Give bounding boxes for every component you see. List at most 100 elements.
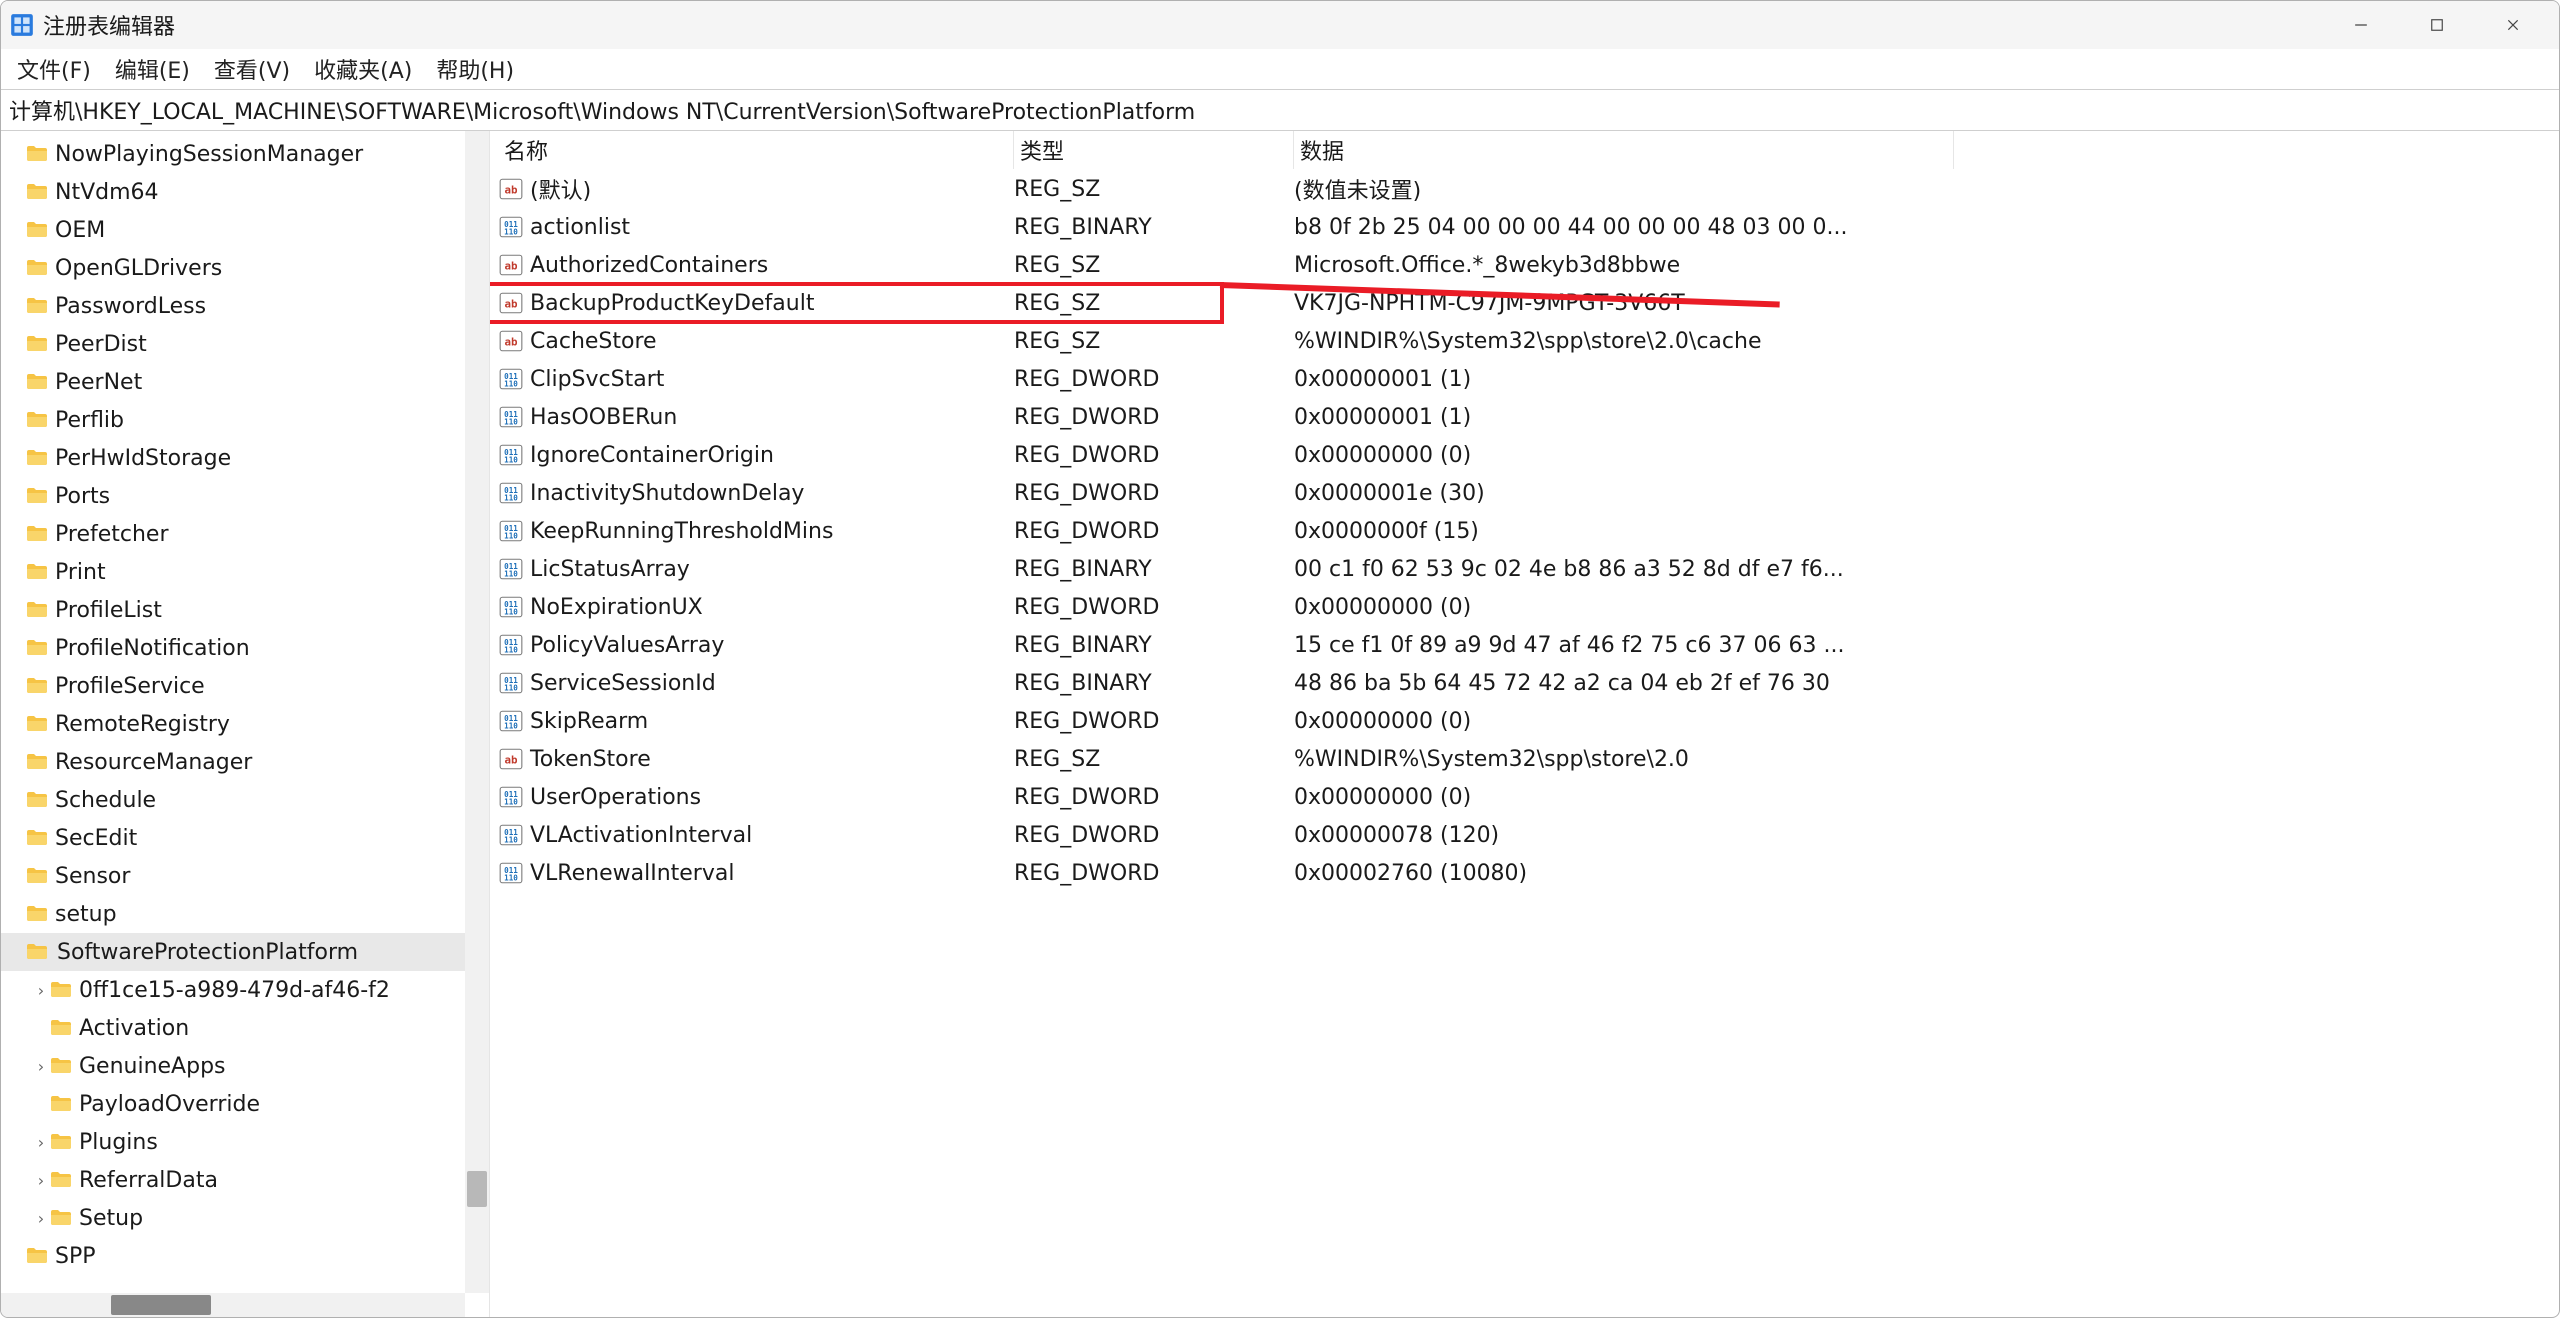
tree-item[interactable]: ›GenuineApps [1,1047,489,1085]
tree-item[interactable]: Prefetcher [1,515,489,553]
tree-item-label: SoftwareProtectionPlatform [55,940,360,965]
tree-item[interactable]: RemoteRegistry [1,705,489,743]
tree-item[interactable]: PeerDist [1,325,489,363]
list-row[interactable]: VLActivationIntervalREG_DWORD0x00000078 … [490,816,2559,854]
tree-item[interactable]: PayloadOverride [1,1085,489,1123]
tree-item-label: OpenGLDrivers [55,256,222,281]
tree-item[interactable]: NowPlayingSessionManager [1,135,489,173]
close-button[interactable] [2475,1,2551,49]
list-row[interactable]: SkipRearmREG_DWORD0x00000000 (0) [490,702,2559,740]
minimize-button[interactable] [2323,1,2399,49]
list-row[interactable]: KeepRunningThresholdMinsREG_DWORD0x00000… [490,512,2559,550]
tree-h-scrollbar[interactable] [1,1293,465,1317]
tree-item-label: ProfileList [55,598,162,623]
list-row[interactable]: (默认)REG_SZ(数值未设置) [490,170,2559,208]
maximize-button[interactable] [2399,1,2475,49]
menu-file[interactable]: 文件(F) [17,53,91,85]
value-data: 0x00000001 (1) [1294,405,2559,430]
tree-item[interactable]: SoftwareProtectionPlatform [1,933,489,971]
value-type: REG_SZ [1014,747,1294,772]
menu-edit[interactable]: 编辑(E) [115,53,190,85]
tree-item[interactable]: ResourceManager [1,743,489,781]
tree-item[interactable]: Activation [1,1009,489,1047]
tree-item[interactable]: PasswordLess [1,287,489,325]
tree-item-label: PasswordLess [55,294,206,319]
tree-v-scrollbar[interactable] [465,131,489,1293]
value-data: 0x0000001e (30) [1294,481,2559,506]
tree-item-label: OEM [55,218,105,243]
tree-item[interactable]: ProfileNotification [1,629,489,667]
list-row[interactable]: NoExpirationUXREG_DWORD0x00000000 (0) [490,588,2559,626]
menu-view[interactable]: 查看(V) [214,53,290,85]
value-name: InactivityShutdownDelay [530,481,804,506]
list-row[interactable]: UserOperationsREG_DWORD0x00000000 (0) [490,778,2559,816]
list-row[interactable]: actionlistREG_BINARYb8 0f 2b 25 04 00 00… [490,208,2559,246]
tree-item[interactable]: SecEdit [1,819,489,857]
value-data: VK7JG-NPHTM-C97JM-9MPGT-3V66T [1294,291,2559,316]
app-window: 注册表编辑器 文件(F) 编辑(E) 查看(V) 收藏夹(A) 帮助(H) 计算… [0,0,2560,1318]
col-header-name[interactable]: 名称 [498,131,1014,169]
list-row[interactable]: TokenStoreREG_SZ%WINDIR%\System32\spp\st… [490,740,2559,778]
value-name: PolicyValuesArray [530,633,724,658]
menu-favorites[interactable]: 收藏夹(A) [314,53,412,85]
list-row[interactable]: VLRenewalIntervalREG_DWORD0x00002760 (10… [490,854,2559,892]
addressbar[interactable]: 计算机\HKEY_LOCAL_MACHINE\SOFTWARE\Microsof… [1,89,2559,131]
expand-icon[interactable]: › [33,1057,49,1076]
values-list[interactable]: 名称 类型 数据 (默认)REG_SZ(数值未设置)actionlistREG_… [490,131,2559,1317]
value-data: 0x00000001 (1) [1294,367,2559,392]
expand-icon[interactable]: › [33,981,49,1000]
list-row[interactable]: CacheStoreREG_SZ%WINDIR%\System32\spp\st… [490,322,2559,360]
value-name: VLRenewalInterval [530,861,734,886]
value-type: REG_DWORD [1014,443,1294,468]
tree-item[interactable]: Ports [1,477,489,515]
tree-item-label: Schedule [55,788,156,813]
list-row[interactable]: BackupProductKeyDefaultREG_SZVK7JG-NPHTM… [490,284,2559,322]
list-row[interactable]: ServiceSessionIdREG_BINARY48 86 ba 5b 64… [490,664,2559,702]
list-row[interactable]: AuthorizedContainersREG_SZMicrosoft.Offi… [490,246,2559,284]
list-row[interactable]: ClipSvcStartREG_DWORD0x00000001 (1) [490,360,2559,398]
binary-value-icon [498,784,524,810]
tree-item[interactable]: OpenGLDrivers [1,249,489,287]
tree-item[interactable]: Sensor [1,857,489,895]
binary-value-icon [498,594,524,620]
list-row[interactable]: LicStatusArrayREG_BINARY00 c1 f0 62 53 9… [490,550,2559,588]
tree-item[interactable]: PerHwIdStorage [1,439,489,477]
list-row[interactable]: HasOOBERunREG_DWORD0x00000001 (1) [490,398,2559,436]
tree-item[interactable]: ProfileService [1,667,489,705]
tree-h-scroll-thumb[interactable] [111,1295,211,1315]
tree-item[interactable]: PeerNet [1,363,489,401]
value-data: %WINDIR%\System32\spp\store\2.0 [1294,747,2559,772]
menu-help[interactable]: 帮助(H) [436,53,514,85]
value-data: Microsoft.Office.*_8wekyb3d8bbwe [1294,253,2559,278]
tree-item[interactable]: › Setup [1,1199,489,1237]
tree-item[interactable]: ›0ff1ce15-a989-479d-af46-f2 [1,971,489,1009]
tree-item[interactable]: ›ReferralData [1,1161,489,1199]
tree-item-label: Setup [79,1206,143,1231]
tree-item-label: Sensor [55,864,130,889]
col-header-type[interactable]: 类型 [1014,131,1294,169]
tree-item[interactable]: OEM [1,211,489,249]
tree-item[interactable]: setup [1,895,489,933]
key-tree[interactable]: NowPlayingSessionManagerNtVdm64 OEM OpenGL… [1,131,490,1317]
tree-v-scroll-thumb[interactable] [467,1171,487,1207]
folder-icon [25,826,49,850]
tree-item[interactable]: Print [1,553,489,591]
tree-item[interactable]: ›Plugins [1,1123,489,1161]
tree-item[interactable]: SPP [1,1237,489,1275]
tree-item[interactable]: Schedule [1,781,489,819]
expand-icon[interactable]: › [33,1209,49,1228]
tree-item[interactable]: ProfileList [1,591,489,629]
expand-icon[interactable]: › [33,1171,49,1190]
value-data: 0x00000078 (120) [1294,823,2559,848]
tree-item-label: ProfileService [55,674,205,699]
tree-item[interactable]: Perflib [1,401,489,439]
titlebar[interactable]: 注册表编辑器 [1,1,2559,49]
list-row[interactable]: PolicyValuesArrayREG_BINARY15 ce f1 0f 8… [490,626,2559,664]
tree-item[interactable]: NtVdm64 [1,173,489,211]
address-text[interactable]: 计算机\HKEY_LOCAL_MACHINE\SOFTWARE\Microsof… [1,94,1203,126]
list-row[interactable]: InactivityShutdownDelayREG_DWORD0x000000… [490,474,2559,512]
folder-icon [25,902,49,926]
expand-icon[interactable]: › [33,1133,49,1152]
col-header-data[interactable]: 数据 [1294,131,1954,169]
list-row[interactable]: IgnoreContainerOriginREG_DWORD0x00000000… [490,436,2559,474]
